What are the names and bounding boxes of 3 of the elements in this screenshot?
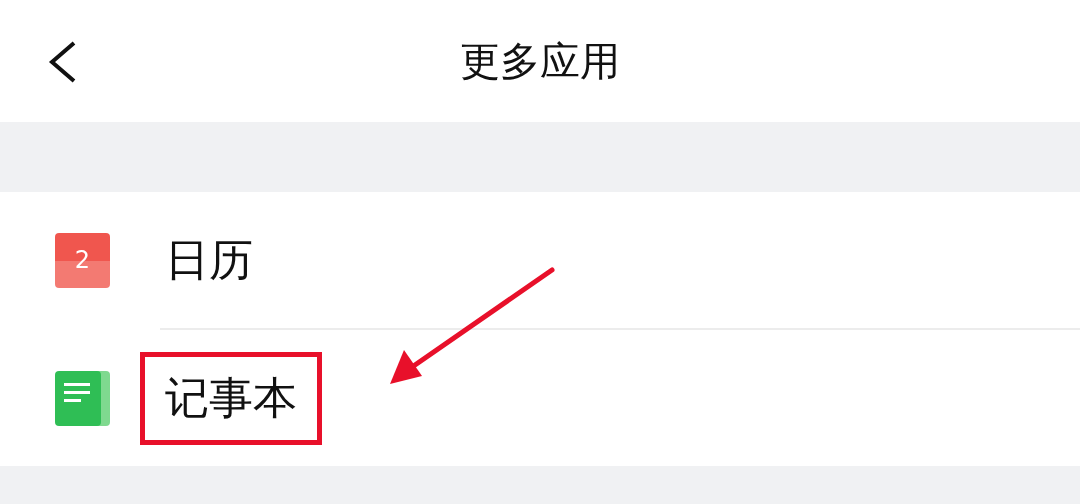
highlighted-label[interactable]: 记事本 [140,351,322,445]
page-title: 更多应用 [460,36,620,86]
item-label[interactable]: 日历 [140,213,278,307]
